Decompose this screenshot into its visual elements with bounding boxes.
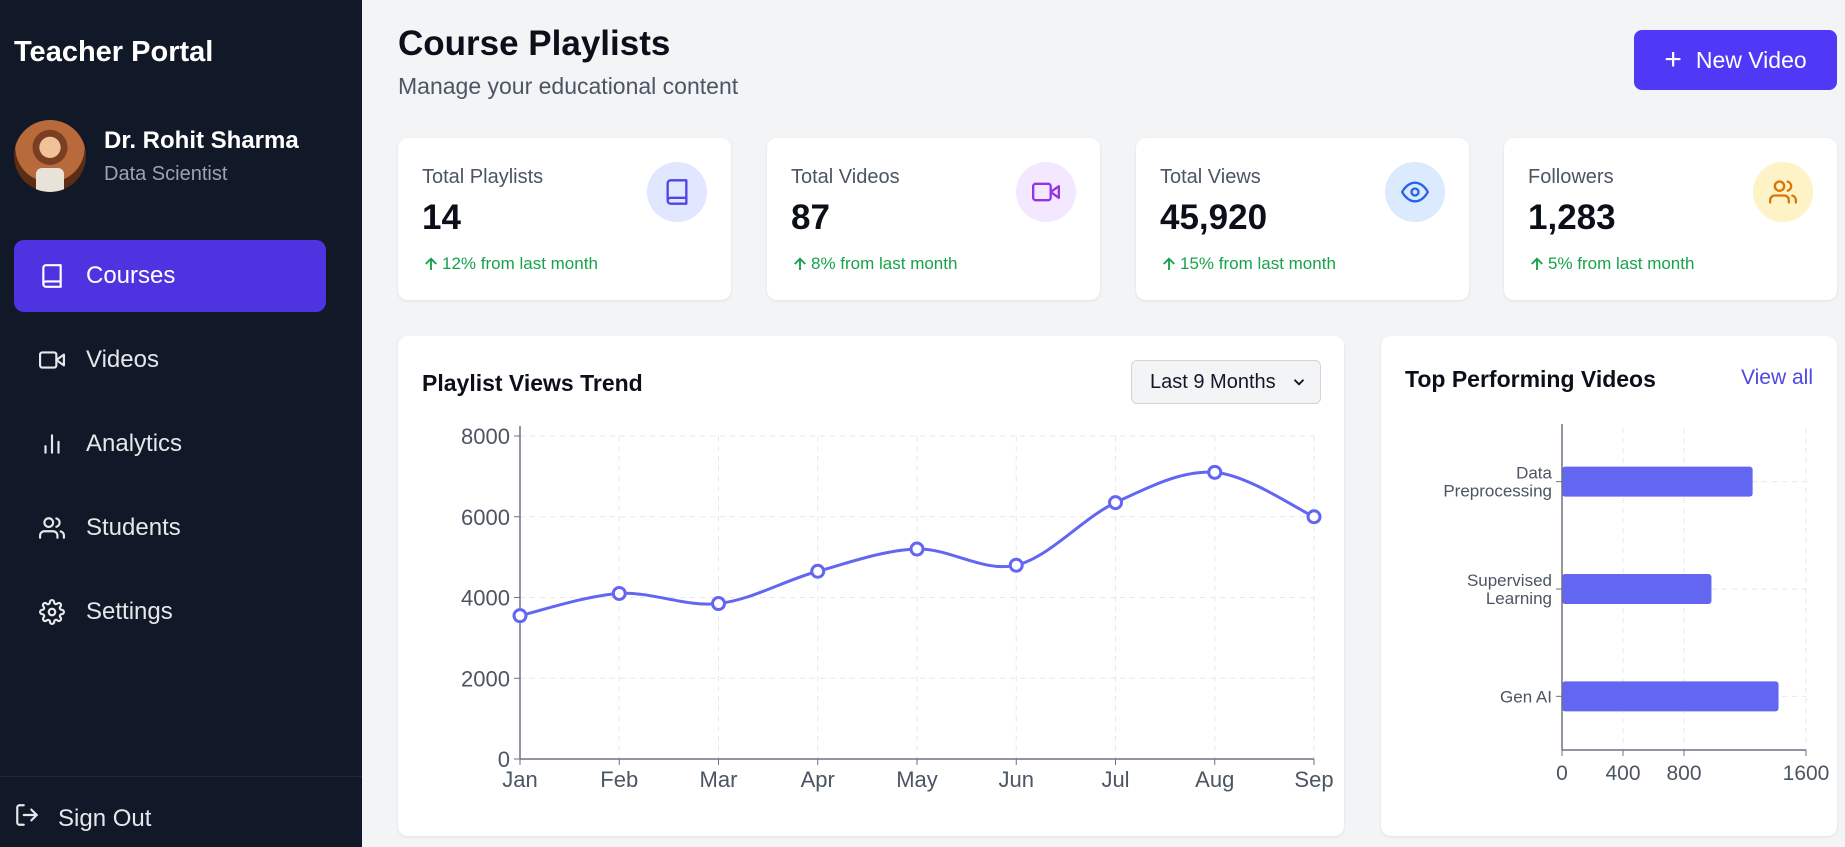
bar: [1562, 466, 1753, 497]
stat-value: 14: [422, 198, 461, 237]
bar: [1562, 574, 1712, 604]
profile-role: Data Scientist: [104, 162, 228, 185]
stat-card-playlists: Total Playlists 14 12% from last month: [398, 138, 731, 300]
line-chart: 02000400060008000Jan Feb Mar Apr May Jun Jul Au…: [461, 424, 1334, 792]
gear-icon: [38, 598, 66, 626]
stat-change-text: 8% from last month: [811, 254, 958, 273]
stat-label: Followers: [1528, 166, 1614, 188]
sidebar-item-analytics[interactable]: Analytics: [14, 408, 326, 480]
stat-change: 12% from last month: [422, 254, 598, 274]
x-tick-label: Feb: [600, 767, 638, 792]
y-tick-label: 6000: [461, 505, 510, 530]
brand-title: Teacher Portal: [14, 36, 214, 68]
bar-chart: 0 400 800 1600 Data Preprocessing Supervised Le…: [1443, 424, 1830, 785]
divider: [0, 776, 362, 777]
arrow-up-icon: [1531, 257, 1543, 270]
stat-change: 8% from last month: [791, 254, 957, 274]
x-tick-label: Jan: [502, 767, 537, 792]
data-point: [909, 541, 925, 557]
x-tick-label: Apr: [801, 767, 835, 792]
users-icon: [1753, 162, 1813, 222]
x-tick-label: Mar: [700, 767, 738, 792]
stat-label: Total Playlists: [422, 166, 544, 188]
new-video-button[interactable]: + New Video: [1634, 30, 1837, 90]
sidebar-item-label: Students: [86, 514, 181, 541]
x-tick-label: Sep: [1294, 767, 1333, 792]
stat-change-text: 12% from last month: [442, 254, 598, 273]
sidebar-nav: Courses Videos Analytics Students Settin…: [14, 240, 326, 660]
x-tick-label: Jul: [1101, 767, 1129, 792]
eye-icon: [1385, 162, 1445, 222]
stat-change-text: 15% from last month: [1180, 254, 1336, 273]
y-tick-label: 4000: [461, 586, 510, 611]
stat-value: 45,920: [1160, 198, 1268, 237]
page-subtitle: Manage your educational content: [398, 73, 739, 99]
profile-name: Dr. Rohit Sharma: [104, 126, 299, 154]
x-tick-label: May: [896, 767, 938, 792]
y-tick-label: 2000: [461, 666, 510, 691]
x-tick-label: 800: [1666, 762, 1701, 785]
sidebar-item-settings[interactable]: Settings: [14, 576, 326, 648]
arrow-up-icon: [1163, 257, 1175, 270]
stat-change: 5% from last month: [1528, 254, 1694, 274]
x-tick-label: 1600: [1783, 762, 1830, 785]
sign-out-icon: [14, 802, 58, 835]
data-point: [1108, 495, 1123, 511]
data-point: [1306, 509, 1322, 525]
y-tick-label: 8000: [461, 424, 510, 449]
x-tick-label: Aug: [1195, 767, 1234, 792]
data-point: [1008, 557, 1024, 573]
sidebar-item-videos[interactable]: Videos: [14, 324, 326, 396]
sidebar-item-label: Videos: [86, 346, 159, 373]
page-title: Course Playlists: [398, 24, 671, 63]
data-point: [810, 563, 826, 579]
new-video-label: New Video: [1695, 46, 1807, 73]
stat-value: 87: [791, 198, 830, 237]
arrow-up-icon: [425, 257, 437, 270]
stat-value: 1,283: [1528, 198, 1616, 237]
sidebar-item-students[interactable]: Students: [14, 492, 326, 564]
user-profile[interactable]: Dr. Rohit Sharma Data Scientist: [14, 120, 299, 192]
stat-card-views: Total Views 45,920 15% from last month: [1136, 138, 1469, 300]
stat-change: 15% from last month: [1160, 254, 1336, 274]
stat-label: Total Views: [1160, 166, 1261, 188]
sidebar-item-courses[interactable]: Courses: [14, 240, 326, 312]
sidebar-item-label: Analytics: [86, 430, 183, 457]
category-label: Data Preprocessing: [1443, 464, 1552, 501]
category-label: Gen AI: [1500, 687, 1552, 706]
data-point: [711, 596, 726, 612]
users-icon: [38, 514, 66, 542]
x-tick-label: Jun: [999, 767, 1034, 792]
book-icon: [38, 262, 66, 290]
stat-change-text: 5% from last month: [1548, 254, 1695, 273]
stat-label: Total Videos: [791, 166, 900, 188]
video-icon: [1016, 162, 1076, 222]
category-label: Supervised Learning: [1467, 571, 1552, 608]
data-point: [512, 608, 528, 624]
sidebar-item-label: Settings: [86, 598, 173, 625]
data-point: [1207, 464, 1223, 480]
sign-out-label: Sign Out: [58, 804, 152, 832]
video-icon: [38, 346, 66, 374]
sidebar: Teacher Portal Dr. Rohit Sharma Data Sci…: [0, 0, 362, 847]
book-icon: [647, 162, 707, 222]
stat-card-followers: Followers 1,283 5% from last month: [1504, 138, 1837, 300]
plus-icon: +: [1664, 43, 1682, 76]
sidebar-item-label: Courses: [86, 262, 176, 289]
arrow-up-icon: [794, 257, 806, 270]
data-point: [611, 585, 627, 601]
sign-out-button[interactable]: Sign Out: [14, 802, 151, 835]
x-tick-label: 400: [1605, 762, 1640, 785]
avatar: [14, 120, 86, 192]
bar-chart-icon: [38, 430, 66, 458]
bar: [1562, 681, 1779, 712]
top-videos-panel: Top Performing Videos View all 0 400 800 16…: [1381, 336, 1837, 836]
stat-card-videos: Total Videos 87 8% from last month: [767, 138, 1100, 300]
views-trend-panel: Playlist Views Trend Last 9 Months 0 2000…: [398, 336, 1344, 836]
x-tick-label: 0: [1556, 762, 1568, 785]
